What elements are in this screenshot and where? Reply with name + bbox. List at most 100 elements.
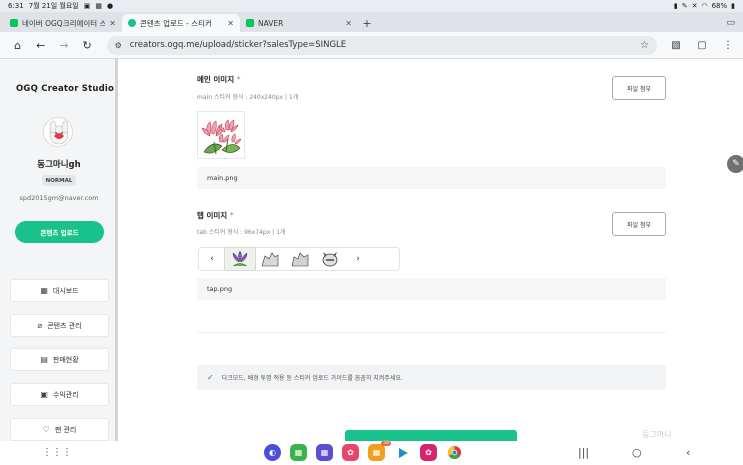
required-mark: * — [229, 211, 234, 220]
tab-image-carousel: ‹ › — [198, 247, 400, 271]
forward-icon[interactable]: → — [52, 35, 75, 55]
tab-image-spec: tab 스티커 형식 : 96x74px | 1개 — [197, 229, 286, 236]
apps-folder-icon[interactable]: ▦ — [290, 444, 307, 461]
tab-ogq-studio[interactable]: 네이버 OGQ크리에이터 스튜디오 ✕ — [4, 14, 122, 32]
browser-tab-bar: 네이버 OGQ크리에이터 스튜디오 ✕ 콘텐츠 업로드 - 스티커 ✕ NAVE… — [0, 12, 743, 32]
list-icon: ▤ — [40, 355, 48, 364]
tab-label: NAVER — [258, 18, 284, 28]
tab-thumb-4[interactable] — [315, 248, 345, 270]
section-title-text: 메인 이미지 — [197, 75, 235, 84]
gallery-app-icon[interactable]: ✿ — [342, 444, 359, 461]
brand-logo: OGQ Creator Studio — [16, 84, 115, 94]
reload-icon[interactable]: ↻ — [75, 35, 98, 55]
tools-folder-icon[interactable]: ▦ — [316, 444, 333, 461]
status-date: 7월 21일 월요일 — [28, 2, 79, 10]
tab-label: 콘텐츠 업로드 - 스티커 — [140, 18, 212, 28]
internet-icon[interactable]: ◐ — [264, 444, 281, 461]
chrome-icon[interactable] — [446, 444, 463, 461]
required-mark: * — [236, 75, 241, 84]
avatar — [43, 117, 73, 147]
main-image-preview — [197, 111, 245, 159]
content-upload-button[interactable]: 콘텐츠 업로드 — [15, 221, 104, 243]
section-divider — [197, 332, 666, 333]
main-content: 메인 이미지 * main 스티커 형식 : 240x240px | 1개 파일… — [121, 59, 743, 441]
tab-thumb-3[interactable] — [285, 248, 315, 270]
bookmark-star-icon[interactable]: ☆ — [640, 40, 649, 51]
upload-guide-notice: ✓ 다크모드, 배경 투명 적용 등 스티커 업로드 가이드를 꼼꼼히 지켜주세… — [197, 365, 666, 390]
tab-image-file: tap.png — [197, 278, 666, 300]
tab-overview-icon[interactable]: ▭ — [726, 14, 743, 32]
close-tab-icon[interactable]: ✕ — [109, 19, 116, 28]
carousel-prev-icon[interactable]: ‹ — [199, 254, 225, 264]
back-icon[interactable]: ← — [29, 35, 52, 55]
username: 동그마니gh — [37, 160, 81, 170]
calendar-icon: ▦ — [95, 2, 102, 10]
watermark-text: 등그마니 — [642, 430, 672, 439]
android-nav-bar: ⋮⋮⋮ ◐ ▦ ▦ ✿ ▦ 38 ✿ ||| ○ ‹ — [0, 441, 743, 465]
tab-label: 네이버 OGQ크리에이터 스튜디오 — [22, 18, 106, 28]
sidebar-item-content-management[interactable]: ⌀ 콘텐츠 관리 — [10, 314, 109, 337]
main-image-attach-button[interactable]: 파일 첨부 — [612, 76, 666, 100]
back-nav-icon[interactable]: ‹ — [686, 446, 690, 459]
status-bar: 6:31 7월 21일 월요일 ▣ ▦ ● ▮ ✎ ✕ ◠ 68% ▮ — [0, 0, 743, 12]
notice-text: 다크모드, 배경 투명 적용 등 스티커 업로드 가이드를 꼼꼼히 지켜주세요. — [221, 375, 403, 382]
tab-switcher-icon[interactable]: ▢ — [693, 35, 711, 55]
sidebar-item-label: 수익관리 — [52, 390, 79, 399]
app-dock: ◐ ▦ ▦ ✿ ▦ 38 ✿ — [264, 441, 463, 461]
wallet-icon: ▣ — [40, 390, 48, 399]
main-image-title: 메인 이미지 * — [197, 74, 241, 85]
sidebar-item-label: 콘텐츠 관리 — [47, 321, 82, 330]
tab-thumb-lotus[interactable] — [224, 247, 256, 271]
sidebar-item-label: 판매현황 — [52, 355, 79, 364]
flower-app-icon[interactable]: ✿ — [420, 444, 437, 461]
tab-naver[interactable]: NAVER ✕ — [240, 14, 358, 32]
heart-icon: ♡ — [42, 425, 50, 434]
new-tab-icon[interactable]: + — [358, 14, 376, 32]
grade-badge: NORMAL — [42, 175, 76, 186]
main-image-spec: main 스티커 형식 : 240x240px | 1개 — [197, 94, 299, 101]
translate-icon[interactable]: ▧ — [667, 35, 685, 55]
close-tab-icon[interactable]: ✕ — [345, 19, 352, 28]
sidebar: OGQ Creator Studio 동그마니gh NORMAL spd2015… — [0, 59, 118, 441]
site-settings-icon[interactable]: ⚙ — [115, 41, 122, 50]
url-toolbar: ⌂ ← → ↻ ⚙ creators.ogq.me/upload/sticker… — [0, 32, 743, 59]
main-image-file: main.png — [197, 167, 666, 189]
battery-icon: ▮ — [731, 2, 735, 10]
home-nav-icon[interactable]: ○ — [632, 446, 642, 459]
notification-badge: 38 — [381, 441, 391, 446]
clip-icon: ⌀ — [37, 321, 43, 330]
url-text: creators.ogq.me/upload/sticker?salesType… — [129, 40, 347, 50]
close-tab-icon[interactable]: ✕ — [227, 19, 234, 28]
app-drawer-icon[interactable]: ⋮⋮⋮ — [42, 447, 72, 458]
tab-image-attach-button[interactable]: 파일 첨부 — [612, 212, 666, 236]
ogq-favicon-icon — [128, 19, 136, 27]
wifi-icon: ◠ — [701, 2, 708, 10]
tab-content-upload[interactable]: 콘텐츠 업로드 - 스티커 ✕ — [122, 14, 240, 32]
dashboard-icon: ▦ — [40, 286, 48, 295]
check-icon: ✓ — [207, 373, 214, 382]
status-time: 6:31 — [8, 2, 24, 10]
naver-favicon-icon — [10, 19, 18, 27]
address-bar[interactable]: ⚙ creators.ogq.me/upload/sticker?salesTy… — [106, 35, 658, 55]
battery-level: 68% — [711, 2, 728, 10]
tab-thumb-2[interactable] — [255, 248, 285, 270]
carousel-next-icon[interactable]: › — [345, 254, 371, 264]
play-store-icon[interactable] — [394, 444, 411, 461]
sidebar-item-fans[interactable]: ♡ 팬 관리 — [10, 418, 109, 441]
sidebar-item-revenue[interactable]: ▣ 수익관리 — [10, 383, 109, 406]
recents-icon[interactable]: ||| — [578, 446, 589, 459]
sidebar-item-dashboard[interactable]: ▦ 대시보드 — [10, 279, 109, 302]
sidebar-item-sales[interactable]: ▤ 판매현황 — [10, 348, 109, 371]
mute-icon: ✕ — [691, 2, 698, 10]
more-menu-icon[interactable]: ⋮ — [719, 35, 737, 55]
sidebar-item-label: 팬 관리 — [54, 425, 77, 434]
lock-icon: ▮ — [673, 2, 678, 10]
edit-pencil-icon[interactable]: ✎ — [727, 155, 743, 173]
chat-icon: ● — [107, 2, 114, 10]
submit-button[interactable] — [345, 430, 517, 441]
samsung-folder-icon[interactable]: ▦ 38 — [368, 441, 391, 461]
sidebar-item-label: 대시보드 — [52, 286, 79, 295]
section-title-text: 탭 이미지 — [197, 211, 228, 220]
home-icon[interactable]: ⌂ — [6, 35, 29, 55]
pen-icon: ✎ — [681, 2, 688, 10]
